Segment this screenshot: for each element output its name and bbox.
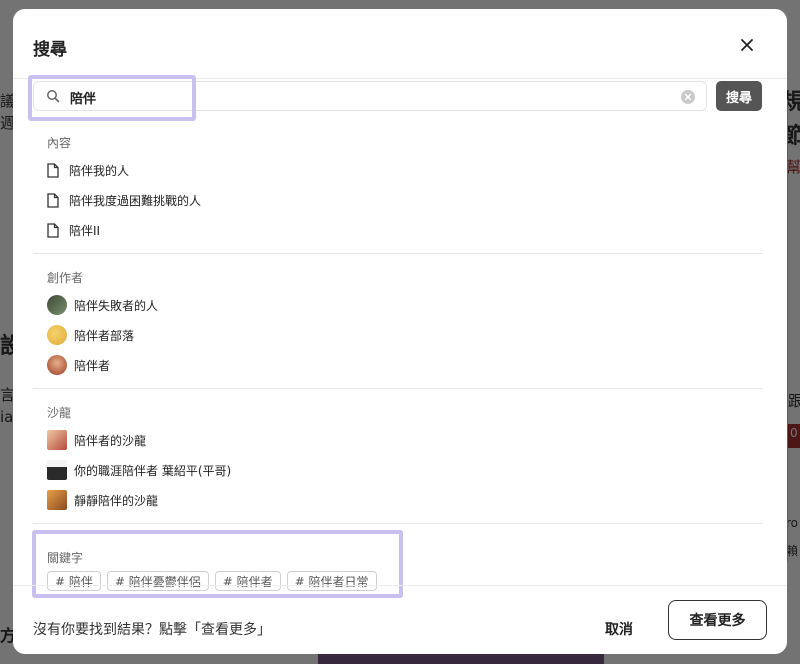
close-icon — [741, 39, 753, 51]
result-label: 陪伴者部落 — [74, 328, 135, 343]
footer-hint: 沒有你要找到結果？點擊「查看更多」 — [33, 622, 271, 638]
result-label: 陪伴II — [69, 223, 101, 238]
section-divider — [33, 388, 763, 389]
content-result-item[interactable]: 陪伴II — [47, 218, 100, 242]
modal-title: 搜尋 — [33, 40, 67, 60]
document-icon — [47, 192, 59, 208]
avatar — [47, 460, 67, 480]
modal-header: 搜尋 — [13, 9, 787, 79]
modal-footer: 沒有你要找到結果？點擊「查看更多」 取消 查看更多 — [13, 585, 787, 654]
document-icon — [47, 162, 59, 178]
section-divider — [33, 253, 763, 254]
salon-result-item[interactable]: 陪伴者的沙龍 — [47, 428, 146, 452]
avatar — [47, 325, 67, 345]
search-modal: 搜尋 搜尋 內容 — [13, 9, 787, 654]
section-label-creators: 創作者 — [47, 271, 84, 285]
avatar — [47, 295, 67, 315]
creator-result-item[interactable]: 陪伴失敗者的人 — [47, 293, 158, 317]
avatar — [47, 490, 67, 510]
content-result-item[interactable]: 陪伴我度過困難挑戰的人 — [47, 188, 201, 212]
section-divider — [33, 523, 763, 524]
search-box[interactable] — [33, 81, 707, 111]
close-button[interactable] — [735, 33, 759, 57]
creator-result-item[interactable]: 陪伴者部落 — [47, 323, 134, 347]
see-more-button[interactable]: 查看更多 — [668, 600, 767, 640]
result-label: 陪伴者 — [74, 358, 111, 373]
search-input[interactable] — [70, 86, 670, 108]
section-label-salons: 沙龍 — [47, 406, 72, 420]
salon-result-item[interactable]: 你的職涯陪伴者 葉紹平(平哥) — [47, 458, 231, 482]
section-label-content: 內容 — [47, 136, 72, 150]
content-result-item[interactable]: 陪伴我的人 — [47, 158, 129, 182]
result-label: 陪伴者的沙龍 — [74, 433, 147, 448]
section-label-keywords: 關鍵字 — [47, 551, 84, 565]
result-label: 你的職涯陪伴者 葉紹平(平哥) — [74, 463, 232, 478]
salon-result-item[interactable]: 靜靜陪伴的沙龍 — [47, 488, 158, 512]
cancel-button[interactable]: 取消 — [605, 619, 633, 639]
close-icon — [684, 93, 692, 101]
result-label: 陪伴我度過困難挑戰的人 — [69, 193, 202, 208]
clear-search-icon[interactable] — [681, 90, 695, 104]
result-label: 靜靜陪伴的沙龍 — [74, 493, 159, 508]
search-button[interactable]: 搜尋 — [716, 81, 762, 111]
search-icon — [47, 90, 60, 103]
creator-result-item[interactable]: 陪伴者 — [47, 353, 110, 377]
result-label: 陪伴失敗者的人 — [74, 298, 159, 313]
avatar — [47, 430, 67, 450]
search-row: 搜尋 — [33, 81, 767, 113]
result-label: 陪伴我的人 — [69, 163, 130, 178]
avatar — [47, 355, 67, 375]
document-icon — [47, 222, 59, 238]
